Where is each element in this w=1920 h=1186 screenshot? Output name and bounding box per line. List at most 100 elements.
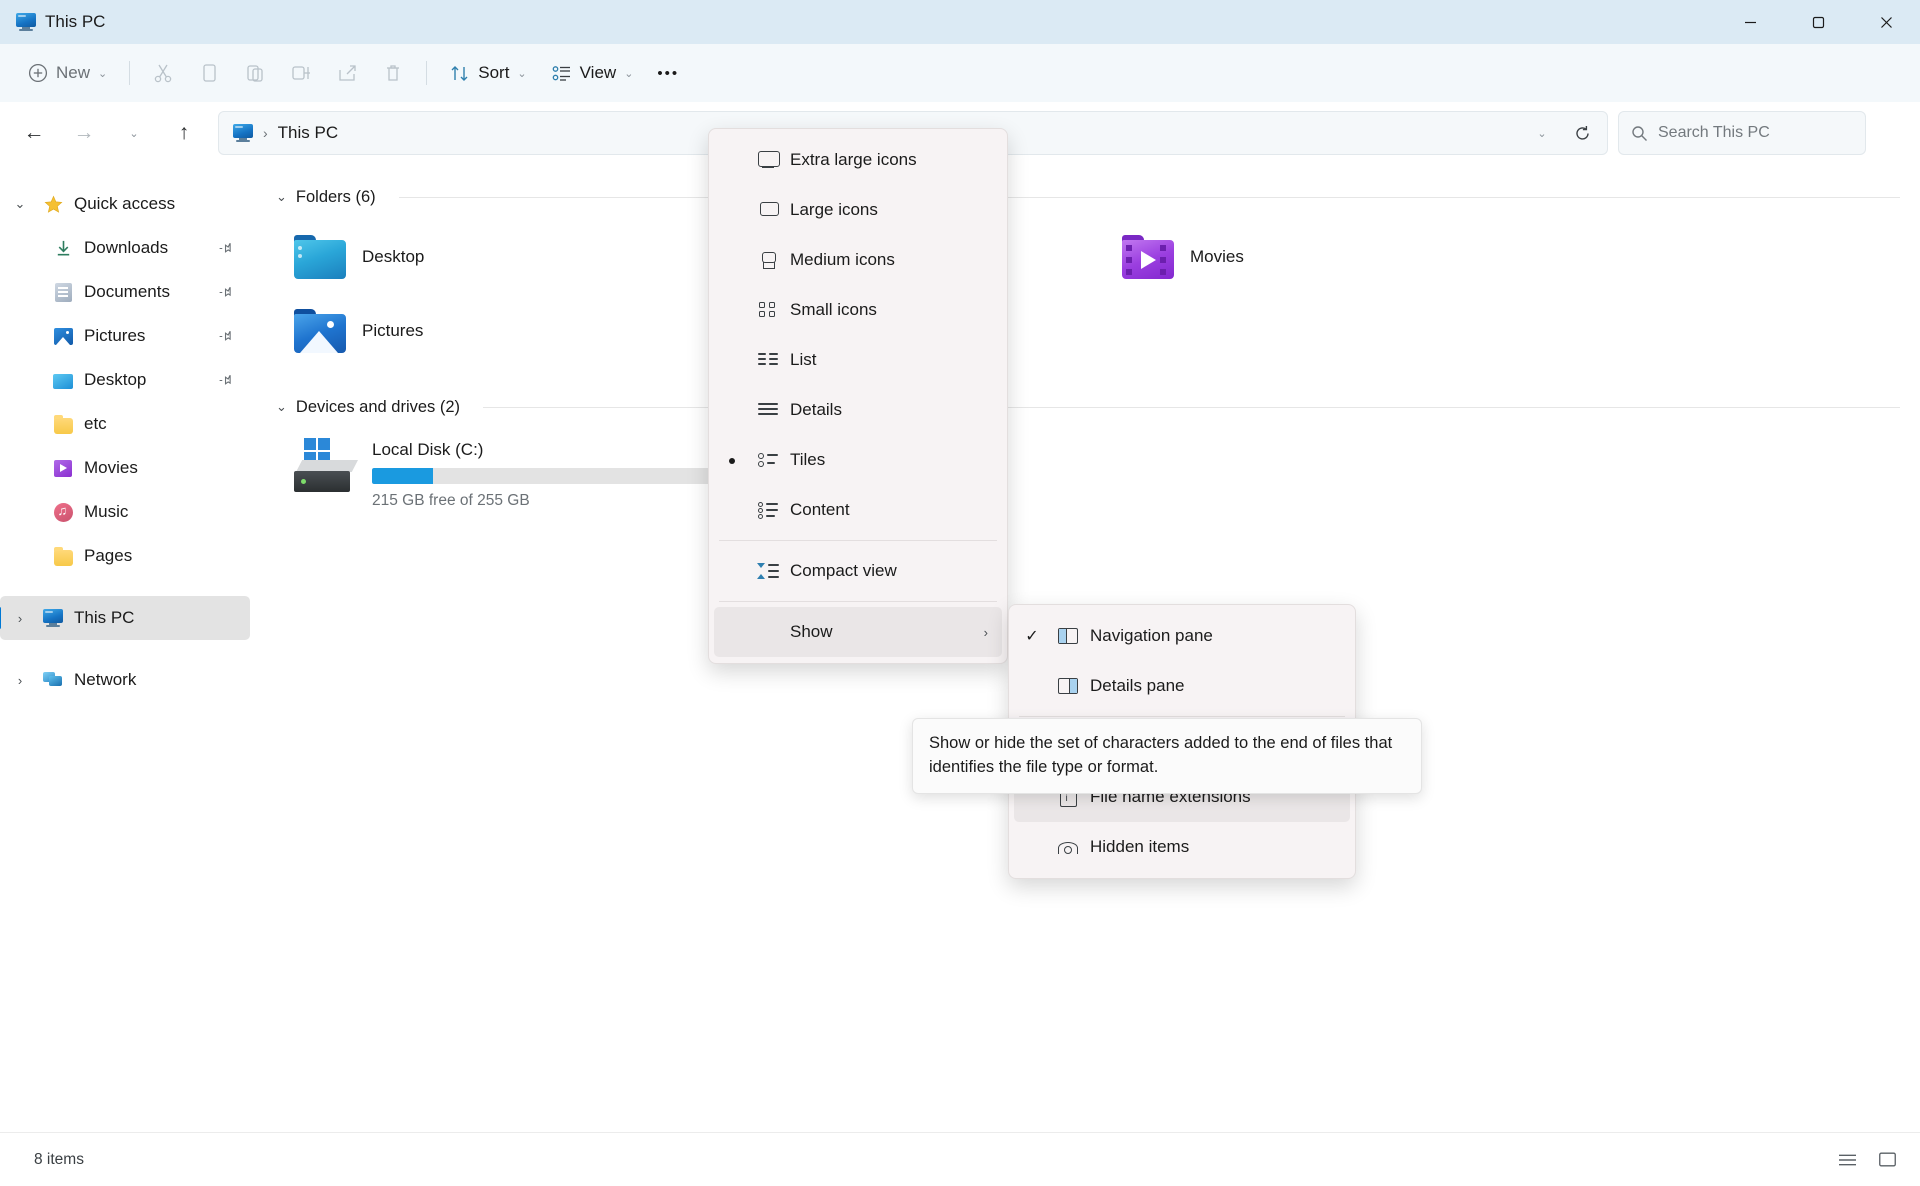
menu-item-show[interactable]: Show › <box>714 607 1002 657</box>
tile-item[interactable]: Desktop <box>272 220 686 294</box>
sort-button-label: Sort <box>478 63 509 83</box>
search-icon <box>1631 125 1648 142</box>
tile-item[interactable]: Pictures <box>272 294 686 368</box>
sidebar-item-documents[interactable]: Documents <box>0 270 250 314</box>
submenu-item-navigation-pane[interactable]: ✓ Navigation pane <box>1014 611 1350 661</box>
maximize-button[interactable] <box>1784 0 1852 44</box>
more-options-label: ••• <box>657 65 679 82</box>
file-explorer-window: This PC New ⌄ <box>0 0 1920 1186</box>
search-input[interactable]: Search This PC <box>1658 124 1770 142</box>
sidebar-item-music[interactable]: Music <box>0 490 250 534</box>
group-header-folders[interactable]: ⌄ Folders (6) <box>272 180 1920 214</box>
cut-button[interactable] <box>140 53 186 93</box>
menu-item-label: Medium icons <box>790 250 895 270</box>
menu-item-small-icons[interactable]: Small icons <box>714 285 1002 335</box>
sidebar-item-label: Pictures <box>84 326 145 346</box>
sidebar-item-label: Movies <box>84 458 138 478</box>
chevron-down-icon: ⌄ <box>624 67 633 80</box>
submenu-item-details-pane[interactable]: Details pane <box>1014 661 1350 711</box>
title-bar-left: This PC <box>0 12 105 32</box>
up-button[interactable]: ↑ <box>162 113 206 153</box>
rename-button[interactable] <box>278 53 324 93</box>
chevron-down-icon[interactable]: ⌄ <box>276 189 287 205</box>
back-button[interactable]: ← <box>12 113 56 153</box>
share-button[interactable] <box>324 53 370 93</box>
paste-button[interactable] <box>232 53 278 93</box>
menu-item-label: Extra large icons <box>790 150 917 170</box>
view-button[interactable]: View ⌄ <box>539 53 646 93</box>
submenu-item-hidden-items[interactable]: Hidden items <box>1014 822 1350 872</box>
menu-item-tiles[interactable]: Tiles <box>714 435 1002 485</box>
pin-icon[interactable] <box>218 371 236 389</box>
search-box[interactable]: Search This PC <box>1618 111 1866 155</box>
sidebar-item-downloads[interactable]: Downloads <box>0 226 250 270</box>
chevron-right-icon[interactable]: › <box>8 673 32 688</box>
pc-monitor-icon <box>42 607 64 629</box>
chevron-down-icon[interactable]: ⌄ <box>276 399 287 415</box>
paste-icon <box>244 62 266 84</box>
pin-icon[interactable] <box>218 283 236 301</box>
chevron-down-icon: ⌄ <box>517 67 526 80</box>
tiles-icon <box>750 453 786 467</box>
chevron-down-icon: ⌄ <box>98 67 107 80</box>
breadcrumb-separator: › <box>263 125 268 141</box>
tile-label: Desktop <box>362 247 424 267</box>
sidebar-item-this-pc[interactable]: › This PC <box>0 596 250 640</box>
menu-item-content[interactable]: Content <box>714 485 1002 535</box>
view-dropdown-menu[interactable]: Extra large icons Large icons Medium ico… <box>708 128 1008 664</box>
menu-item-details[interactable]: Details <box>714 385 1002 435</box>
details-icon <box>750 403 786 417</box>
menu-item-large-icons[interactable]: Large icons <box>714 185 1002 235</box>
breadcrumb[interactable]: › This PC <box>233 123 338 143</box>
navigation-pane-icon <box>1050 628 1086 644</box>
sidebar-item-desktop[interactable]: Desktop <box>0 358 250 402</box>
copy-icon <box>198 62 220 84</box>
copy-button[interactable] <box>186 53 232 93</box>
download-icon <box>52 237 74 259</box>
address-dropdown-button[interactable]: ⌄ <box>1523 116 1561 150</box>
sidebar-item-label: Quick access <box>74 194 175 214</box>
menu-item-extra-large-icons[interactable]: Extra large icons <box>714 135 1002 185</box>
sidebar-item-pages[interactable]: Pages <box>0 534 250 578</box>
recent-locations-button[interactable]: ⌄ <box>112 113 156 153</box>
music-icon <box>52 501 74 523</box>
submenu-item-label: Details pane <box>1090 676 1185 696</box>
tooltip: Show or hide the set of characters added… <box>912 718 1422 794</box>
group-header-devices[interactable]: ⌄ Devices and drives (2) <box>272 390 1920 424</box>
sidebar-item-etc[interactable]: etc <box>0 402 250 446</box>
details-layout-button[interactable] <box>1832 1147 1862 1173</box>
view-icon <box>551 63 572 84</box>
chevron-right-icon[interactable]: › <box>8 611 32 626</box>
menu-item-compact-view[interactable]: Compact view <box>714 546 1002 596</box>
sort-button[interactable]: Sort ⌄ <box>437 53 538 93</box>
forward-button[interactable]: → <box>62 113 106 153</box>
sidebar-item-network[interactable]: › Network <box>0 658 250 702</box>
sidebar-item-pictures[interactable]: Pictures <box>0 314 250 358</box>
navigation-pane: ⌄ Quick access Downloads Documents <box>0 164 256 1132</box>
menu-item-label: Small icons <box>790 300 877 320</box>
pin-icon[interactable] <box>218 239 236 257</box>
large-icons-layout-button[interactable] <box>1872 1147 1902 1173</box>
window-controls <box>1716 0 1920 44</box>
menu-item-medium-icons[interactable]: Medium icons <box>714 235 1002 285</box>
tile-label: Movies <box>1190 247 1244 267</box>
menu-item-list[interactable]: List <box>714 335 1002 385</box>
close-button[interactable] <box>1852 0 1920 44</box>
window-title: This PC <box>45 12 105 32</box>
menu-separator-2 <box>719 601 997 602</box>
delete-button[interactable] <box>370 53 416 93</box>
chevron-down-icon[interactable]: ⌄ <box>8 196 32 212</box>
tile-item[interactable]: Movies <box>1100 220 1514 294</box>
more-options-button[interactable]: ••• <box>645 53 691 93</box>
refresh-button[interactable] <box>1563 116 1601 150</box>
documents-icon <box>52 281 74 303</box>
minimize-button[interactable] <box>1716 0 1784 44</box>
sidebar-item-movies[interactable]: Movies <box>0 446 250 490</box>
new-button[interactable]: New ⌄ <box>16 53 119 93</box>
pin-icon[interactable] <box>218 327 236 345</box>
trash-icon <box>382 62 404 84</box>
plus-circle-icon <box>28 63 48 83</box>
menu-item-label: Show <box>790 622 833 642</box>
sidebar-item-quick-access[interactable]: ⌄ Quick access <box>0 182 250 226</box>
content-icon <box>750 502 786 518</box>
